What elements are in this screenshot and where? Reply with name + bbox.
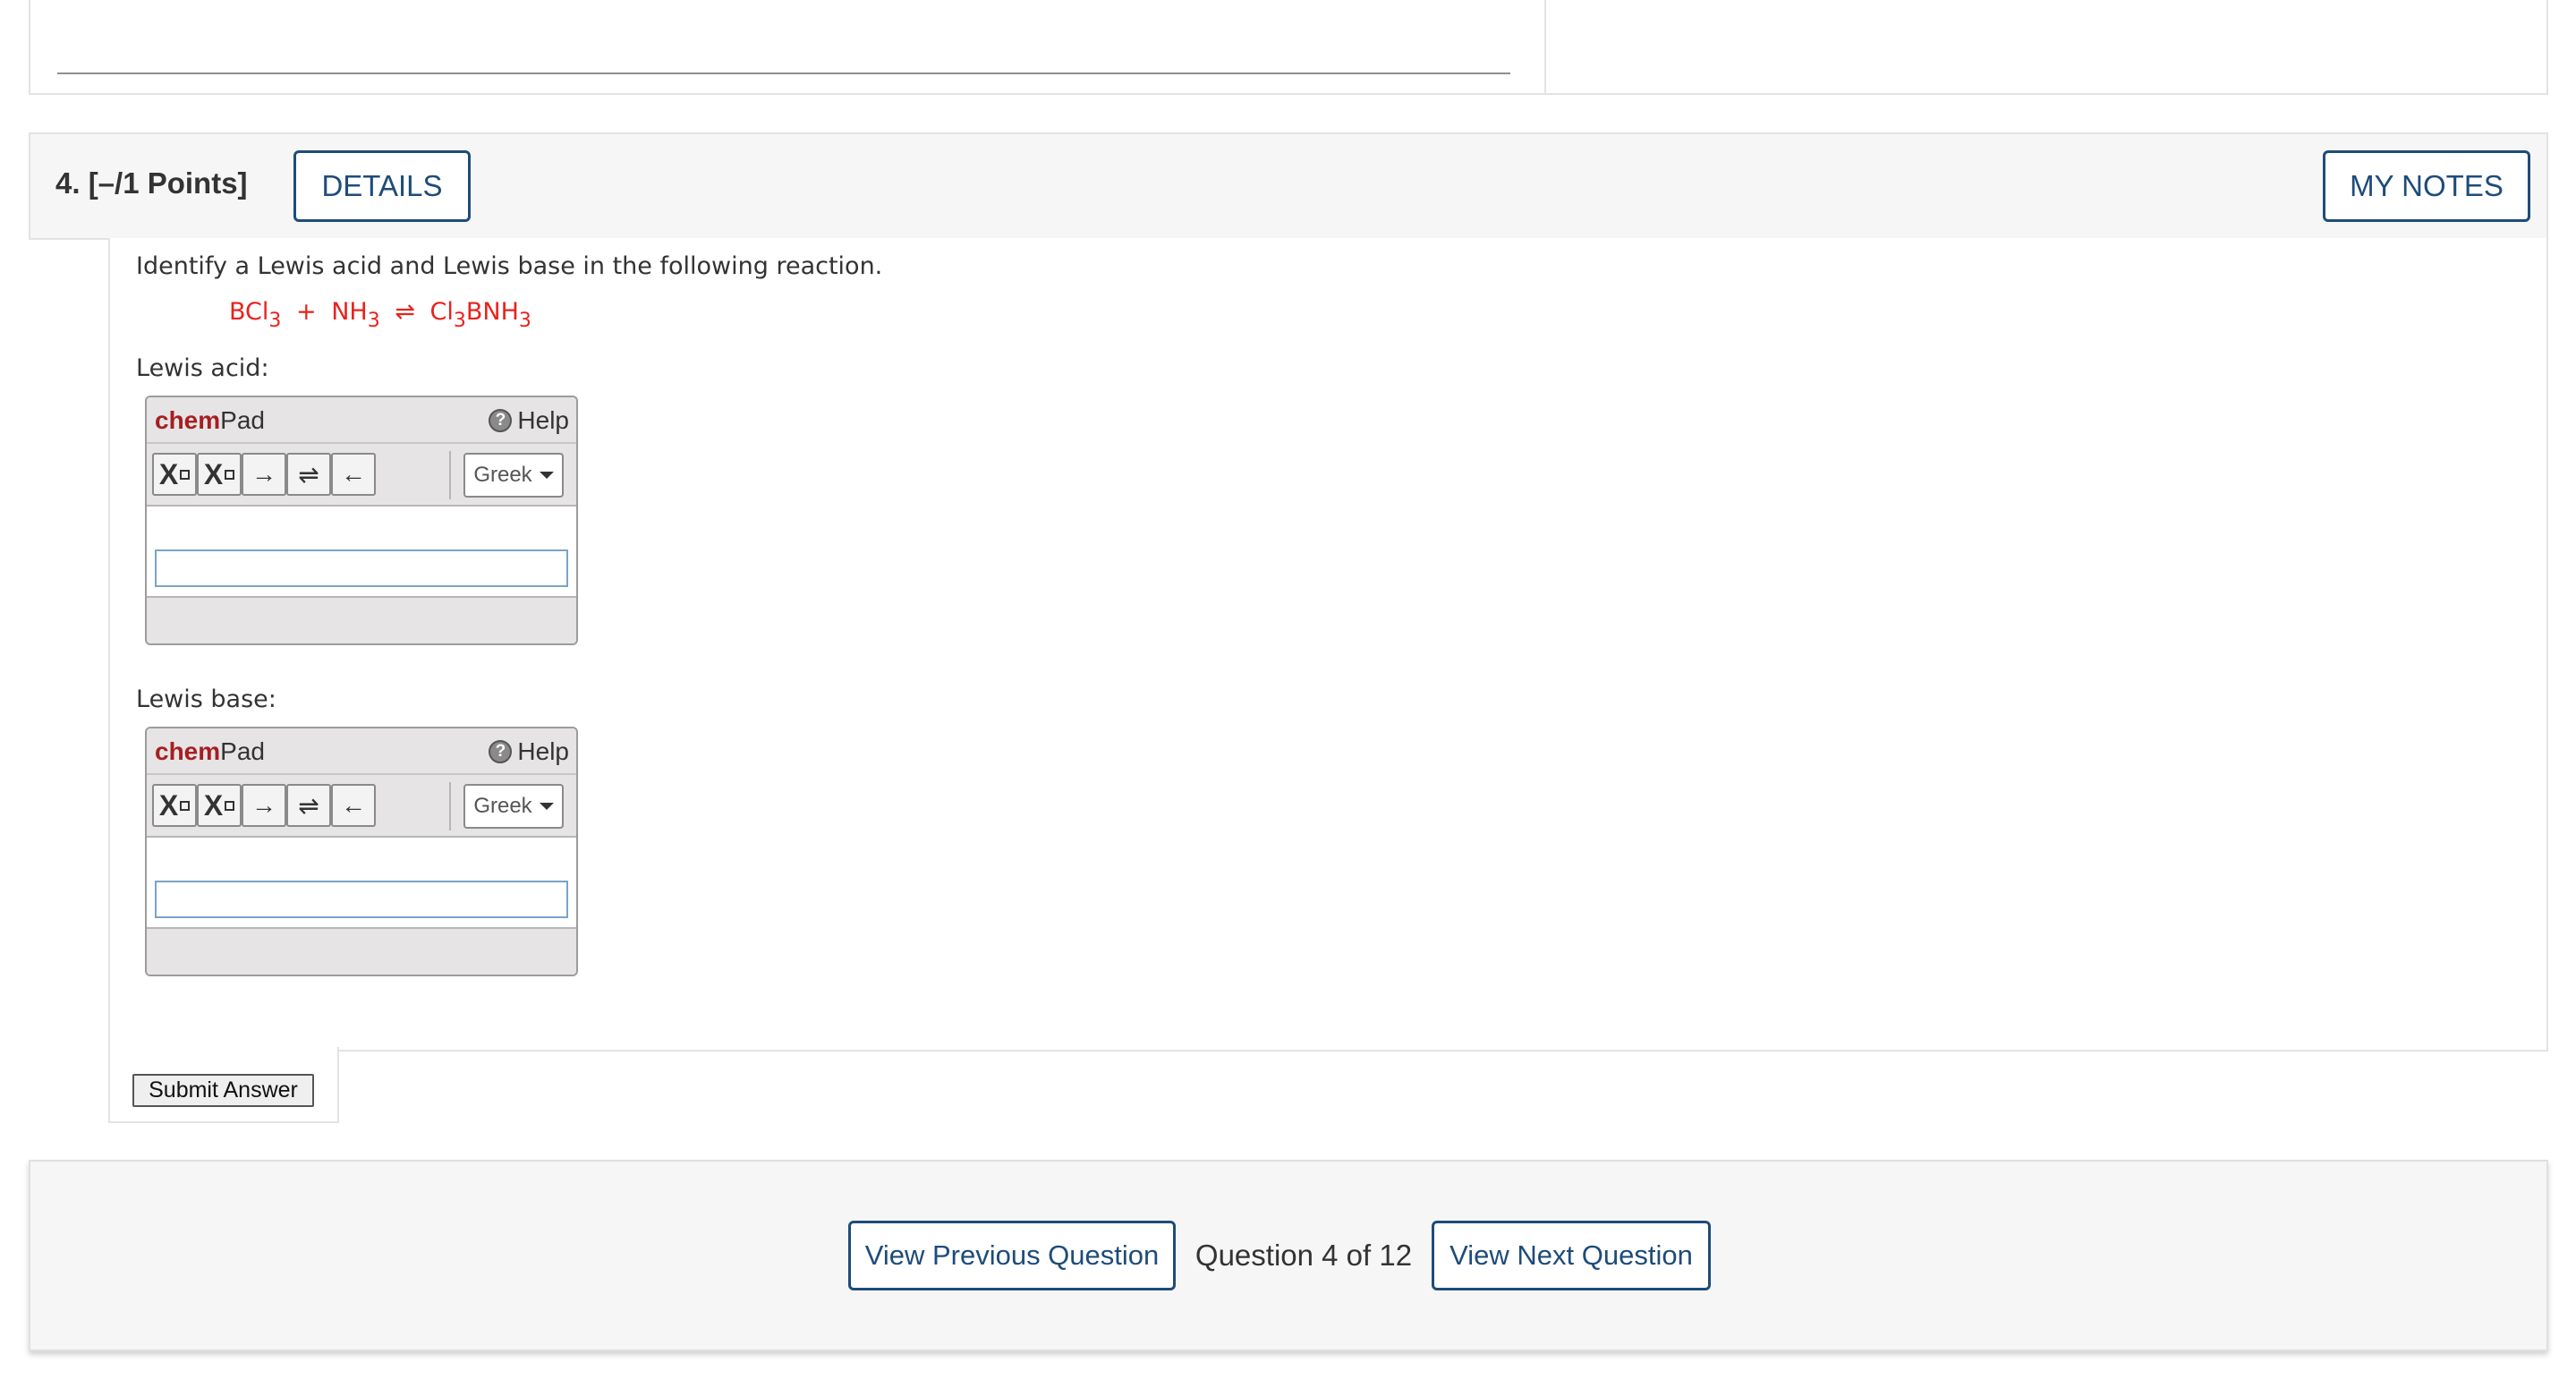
help-icon: ? bbox=[489, 409, 513, 432]
lewis-base-label: Lewis base: bbox=[136, 685, 276, 713]
greek-dropdown[interactable]: Greek bbox=[463, 453, 564, 498]
superscript-button[interactable]: X bbox=[197, 784, 242, 827]
view-next-question-button[interactable]: View Next Question bbox=[1432, 1221, 1711, 1290]
chempad-help-link[interactable]: ? Help bbox=[489, 406, 569, 435]
left-arrow-button[interactable]: ← bbox=[331, 784, 376, 827]
equilibrium-arrow-button[interactable]: ⇌ bbox=[286, 784, 331, 827]
lewis-acid-input[interactable] bbox=[155, 549, 568, 587]
chempad-title-bar: chemPad ? Help bbox=[147, 728, 576, 775]
chempad-toolbar: X X → ⇌ ← Greek bbox=[147, 775, 576, 838]
toolbar-divider bbox=[449, 451, 451, 499]
chempad-input-area bbox=[147, 507, 576, 598]
product: Cl3BNH3 bbox=[429, 298, 531, 332]
subscript-icon bbox=[180, 800, 191, 811]
chempad-footer bbox=[147, 929, 576, 975]
chempad-lewis-base: chemPad ? Help X X → ⇌ ← Greek bbox=[145, 727, 578, 976]
right-arrow-button[interactable]: → bbox=[242, 784, 286, 827]
previous-answer-divider bbox=[57, 72, 1510, 74]
my-notes-button[interactable]: MY NOTES bbox=[2323, 150, 2530, 222]
superscript-icon bbox=[225, 800, 235, 811]
equilibrium-arrow-button[interactable]: ⇌ bbox=[286, 453, 331, 496]
plus-sign: + bbox=[296, 298, 317, 326]
superscript-icon bbox=[225, 469, 235, 480]
equilibrium-arrow-icon: ⇌ bbox=[395, 298, 415, 326]
chempad-footer bbox=[147, 598, 576, 643]
chempad-logo: chemPad bbox=[155, 737, 265, 765]
previous-question-side-panel bbox=[1544, 0, 2548, 95]
reactant-1: BCl3 bbox=[229, 298, 282, 332]
subscript-button[interactable]: X bbox=[152, 784, 197, 827]
subscript-icon bbox=[180, 469, 191, 480]
chempad-logo: chemPad bbox=[155, 406, 265, 434]
question-number-points: 4. [–/1 Points] bbox=[55, 166, 248, 200]
right-arrow-button[interactable]: → bbox=[242, 453, 286, 496]
question-prompt: Identify a Lewis acid and Lewis base in … bbox=[136, 252, 883, 280]
reaction-equation: BCl3 + NH3 ⇌ Cl3BNH3 bbox=[229, 298, 531, 332]
view-previous-question-button[interactable]: View Previous Question bbox=[848, 1221, 1176, 1290]
greek-dropdown[interactable]: Greek bbox=[463, 784, 564, 829]
chempad-toolbar: X X → ⇌ ← Greek bbox=[147, 444, 576, 507]
caret-down-icon bbox=[539, 803, 554, 810]
chempad-input-area bbox=[147, 838, 576, 929]
left-arrow-button[interactable]: ← bbox=[331, 453, 376, 496]
subscript-button[interactable]: X bbox=[152, 453, 197, 496]
caret-down-icon bbox=[539, 472, 554, 479]
toolbar-divider bbox=[449, 782, 451, 830]
reactant-2: NH3 bbox=[331, 298, 380, 332]
chempad-lewis-acid: chemPad ? Help X X → ⇌ ← Greek bbox=[145, 396, 578, 645]
lewis-acid-label: Lewis acid: bbox=[136, 354, 269, 382]
lewis-base-input[interactable] bbox=[155, 881, 568, 918]
help-label: Help bbox=[517, 737, 569, 765]
details-button[interactable]: DETAILS bbox=[293, 150, 471, 222]
chempad-title-bar: chemPad ? Help bbox=[147, 397, 576, 444]
previous-question-panel bbox=[29, 0, 1546, 95]
question-counter: Question 4 of 12 bbox=[1194, 1239, 1413, 1272]
chempad-help-link[interactable]: ? Help bbox=[489, 737, 569, 766]
submit-answer-button[interactable]: Submit Answer bbox=[132, 1074, 314, 1107]
help-icon: ? bbox=[489, 740, 513, 763]
superscript-button[interactable]: X bbox=[197, 453, 242, 496]
help-label: Help bbox=[517, 406, 569, 434]
